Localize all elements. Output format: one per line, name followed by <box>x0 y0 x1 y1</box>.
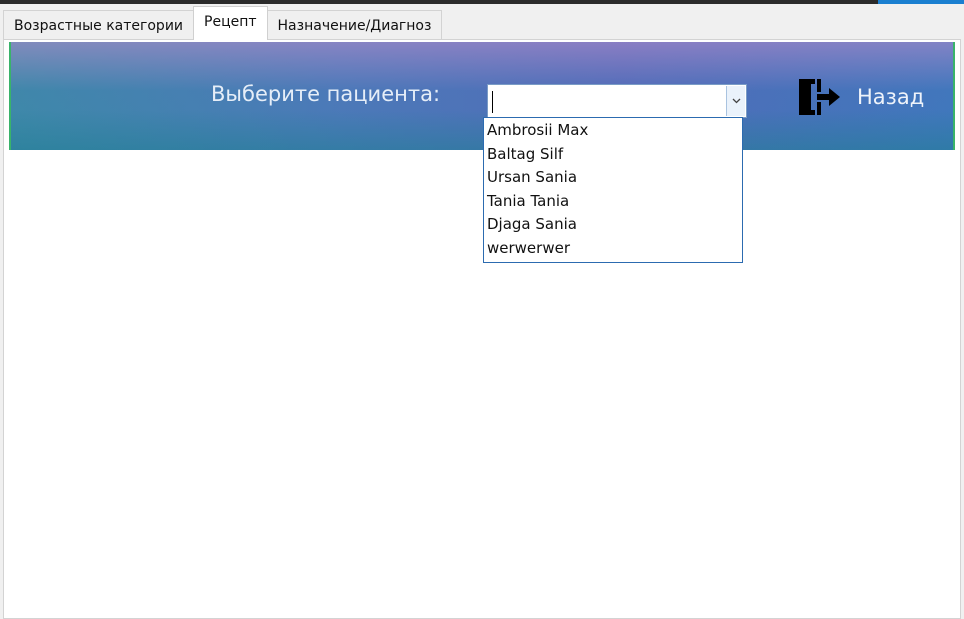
exit-door-icon <box>799 79 840 115</box>
header-band: Выберите пациента: Назад <box>9 42 955 150</box>
chevron-down-icon <box>732 98 740 104</box>
title-strip-accent <box>878 0 964 4</box>
dropdown-item[interactable]: Baltag Silf <box>484 143 742 167</box>
tab-bar: Возрастные категории Рецепт Назначение/Д… <box>3 6 443 40</box>
dropdown-item[interactable]: werwerwer <box>484 237 742 261</box>
title-strip <box>0 0 964 4</box>
tab-age-categories[interactable]: Возрастные категории <box>3 10 195 40</box>
patient-dropdown-list: Ambrosii Max Baltag Silf Ursan Sania Tan… <box>483 117 743 263</box>
select-patient-label: Выберите пациента: <box>211 82 441 106</box>
app-window: Возрастные категории Рецепт Назначение/Д… <box>0 0 964 619</box>
combobox-dropdown-button[interactable] <box>726 86 745 116</box>
prescription-panel: Выберите пациента: Назад <box>3 39 961 619</box>
back-label: Назад <box>857 85 925 109</box>
tab-assignment-diagnosis[interactable]: Назначение/Диагноз <box>266 10 443 40</box>
dropdown-item[interactable]: Tania Tania <box>484 190 742 214</box>
patient-input[interactable] <box>490 87 722 115</box>
text-caret <box>492 91 493 113</box>
dropdown-item[interactable]: Ambrosii Max <box>484 119 742 143</box>
dropdown-item[interactable]: Ursan Sania <box>484 166 742 190</box>
patient-combobox[interactable] <box>487 84 747 118</box>
tab-prescription[interactable]: Рецепт <box>193 6 268 40</box>
dropdown-item[interactable]: Djaga Sania <box>484 213 742 237</box>
back-button[interactable]: Назад <box>795 76 924 118</box>
